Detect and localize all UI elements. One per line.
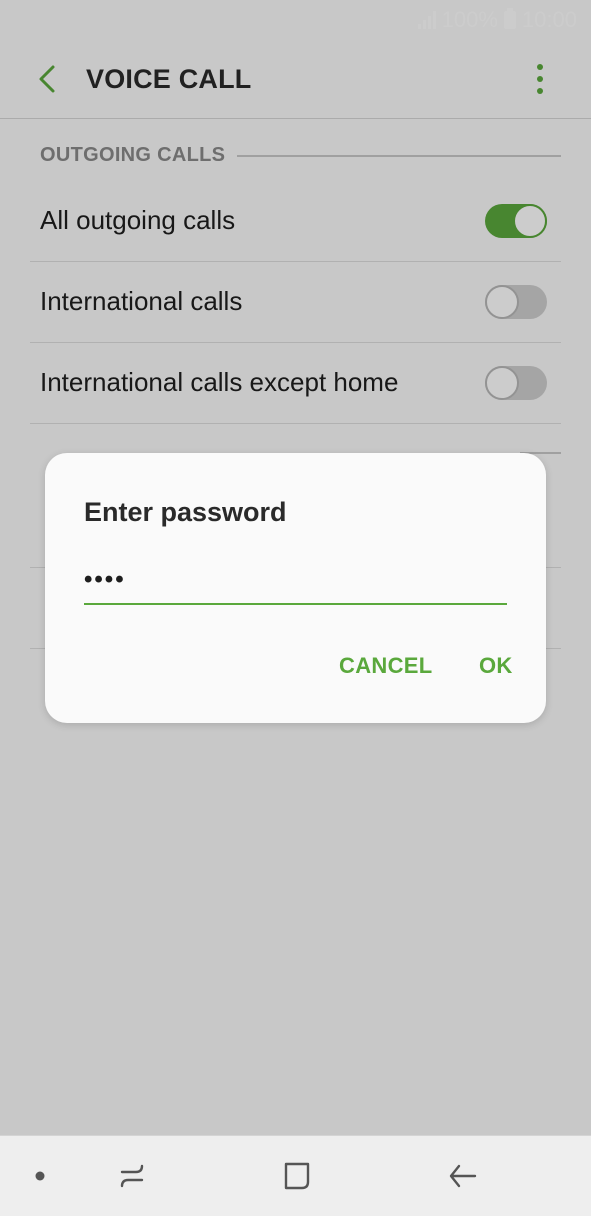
- cancel-button[interactable]: CANCEL: [339, 653, 432, 679]
- back-icon: [449, 1164, 477, 1188]
- home-button[interactable]: [277, 1156, 317, 1196]
- dot-icon: [35, 1171, 45, 1181]
- password-dialog: Enter password CANCEL OK: [45, 453, 546, 723]
- navigation-bar: [0, 1135, 591, 1216]
- ok-button[interactable]: OK: [479, 653, 513, 679]
- dialog-title: Enter password: [84, 497, 287, 527]
- password-input[interactable]: [84, 557, 507, 605]
- nav-dot-button[interactable]: [20, 1156, 60, 1196]
- home-icon: [284, 1162, 310, 1190]
- recent-apps-icon: [120, 1164, 144, 1188]
- recent-apps-button[interactable]: [112, 1156, 152, 1196]
- screen: 100% 10:00 VOICE CALL OUTGOING CALLS All…: [0, 0, 591, 1216]
- nav-back-button[interactable]: [443, 1156, 483, 1196]
